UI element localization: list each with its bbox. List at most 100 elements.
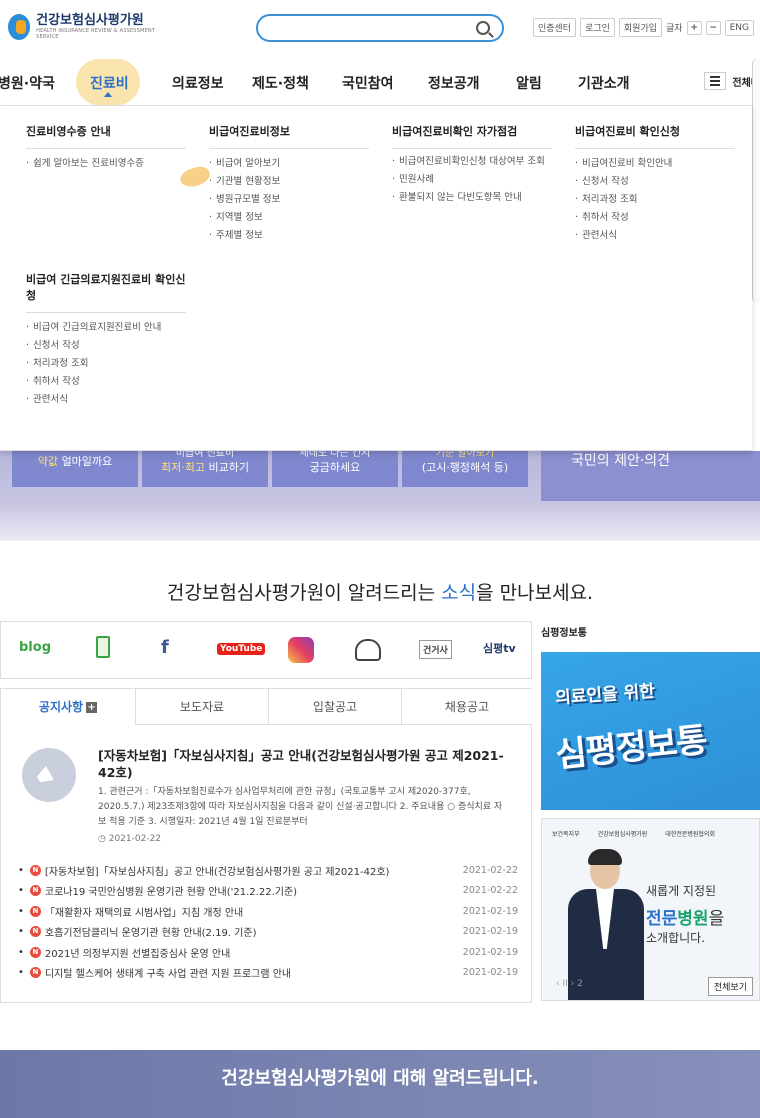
mega-link[interactable]: 처리과정 조회 [26, 355, 186, 373]
mega-link[interactable]: 관련서식 [575, 227, 735, 245]
mega-link[interactable]: 비급여 알아보기 [209, 155, 369, 173]
banner2-line3: 소개합니다. [646, 931, 706, 945]
tab-notice[interactable]: 공지사항 + [1, 689, 135, 725]
mega-col-title[interactable]: 비급여진료비정보 [209, 124, 369, 149]
quick-curious[interactable]: 제네도 나는 건지 궁금하세요 [272, 448, 398, 487]
nav-hospital-pharmacy[interactable]: 병원·약국 [0, 73, 55, 93]
font-plus-button[interactable]: + [686, 20, 702, 35]
list-item[interactable]: • N 코로나19 국민안심병원 운영기관 현황 안내('21.2.22.기준) 20… [18, 881, 518, 902]
notice-title[interactable]: [자동차보험]「자보심사지침」공고 안내(건강보험심사평가원 공고 제2021-… [45, 863, 458, 878]
banner2-hospital: 병원 [677, 909, 709, 929]
featured-notice-title[interactable]: [자동차보험]「자보심사지침」공고 안내(건강보험심사평가원 공고 제2021-… [98, 747, 508, 781]
mega-link[interactable]: 비급여진료비 확인안내 [575, 155, 735, 173]
mega-col-title[interactable]: 비급여진료비확인 자가점검 [392, 124, 552, 149]
notice-date: 2021-02-19 [462, 967, 518, 979]
nav-disclosure[interactable]: 정보공개 [428, 73, 480, 93]
nav-medical-info[interactable]: 의료정보 [172, 73, 224, 93]
mega-link[interactable]: 민원사례 [392, 171, 552, 189]
facebook-icon[interactable]: f [161, 637, 169, 658]
notice-date: 2021-02-19 [462, 905, 518, 917]
mega-link[interactable]: 기관별 현황정보 [209, 173, 369, 191]
featured-notice-body: 1. 관련근거 :「자동차보험진료수가 심사업무처리에 관한 규정」(국토교통부… [98, 787, 503, 827]
book-icon[interactable]: 건거사 [419, 640, 452, 659]
quick-drug-price[interactable]: 약값 얼마일까요 [12, 451, 138, 487]
notice-date: 2021-02-22 [462, 864, 518, 876]
blog-icon[interactable]: blog [19, 640, 51, 655]
list-item[interactable]: • N 호흡기전담클리닉 운영기관 현황 안내(2.19. 기준) 2021-02-1… [18, 922, 518, 943]
mega-col-title[interactable]: 진료비영수증 안내 [26, 124, 186, 149]
mega-link[interactable]: 병원규모별 정보 [209, 191, 369, 209]
banner2-pager[interactable]: ‹ II › 2 [556, 979, 583, 989]
tab-notice-label: 공지사항 [38, 700, 84, 714]
login-link[interactable]: 로그인 [580, 18, 615, 37]
mega-link[interactable]: 비급여진료비확인신청 대상여부 조회 [392, 155, 552, 168]
list-item[interactable]: • N [자동차보험]「자보심사지침」공고 안내(건강보험심사평가원 공고 제202… [18, 860, 518, 881]
english-link[interactable]: ENG [724, 19, 754, 36]
logo-text: 건강보험심사평가원 [36, 13, 144, 28]
new-badge: N [29, 967, 41, 979]
news-heading-pre: 건강보험심사평가원이 알려드리는 [166, 582, 442, 604]
list-item[interactable]: • N 「재활환자 재택의료 시범사업」지침 개정 안내 2021-02-19 [18, 901, 518, 922]
quick-compare[interactable]: 비급여 진료비 최저·최고 비교하기 [142, 448, 268, 487]
logo[interactable]: 건강보험심사평가원 HEALTH INSURANCE REVIEW & ASSE… [8, 10, 158, 44]
font-minus-button[interactable]: − [705, 20, 721, 35]
podcast-icon[interactable] [355, 639, 381, 661]
naver-post-icon[interactable] [96, 636, 110, 658]
mega-col-noncovered-info: 비급여진료비정보 비급여 알아보기 기관별 현황정보 병원규모별 정보 지역별 … [209, 124, 369, 245]
notice-title[interactable]: 디지털 헬스케어 생태계 구축 사업 관련 지원 프로그램 안내 [45, 965, 458, 980]
news-heading-hl: 소식 [441, 582, 477, 604]
mega-link[interactable]: 환불되지 않는 다빈도항목 안내 [392, 189, 552, 207]
mega-link[interactable]: 쉽게 알아보는 진료비영수증 [26, 155, 186, 173]
banner2-logos: 보건복지부 건강보험심사평가원 대한전문병원협의회 [552, 829, 715, 838]
youtube-icon[interactable]: YouTube [217, 643, 266, 655]
nav-medical-fee[interactable]: 진료비 [90, 73, 129, 93]
bullet-icon: • [18, 905, 24, 917]
mega-link[interactable]: 주제별 정보 [209, 227, 369, 245]
bullet-icon: • [18, 864, 24, 876]
search-icon[interactable] [476, 21, 490, 35]
hamburger-icon [704, 72, 727, 90]
mega-link[interactable]: 신청서 작성 [26, 337, 186, 355]
notice-title[interactable]: 호흡기전담클리닉 운영기관 현황 안내(2.19. 기준) [45, 924, 458, 939]
mega-link[interactable]: 비급여 긴급의료지원진료비 안내 [26, 319, 186, 337]
nav-policy[interactable]: 제도·정책 [252, 73, 309, 93]
notice-title[interactable]: 「재활환자 재택의료 시범사업」지침 개정 안내 [45, 904, 458, 919]
list-item[interactable]: • N 2021년 의정부지원 선별집중심사 운영 안내 2021-02-19 [18, 942, 518, 963]
mega-col-title[interactable]: 비급여진료비 확인신청 [575, 124, 735, 149]
cert-center-link[interactable]: 인증센터 [532, 18, 577, 37]
quick-curious-label: 궁금하세요 [309, 461, 361, 474]
mega-link[interactable]: 관련서식 [26, 391, 186, 409]
hira-info-banner[interactable]: 의료인을 위한 심평정보통 [541, 652, 760, 810]
mega-col-title[interactable]: 비급여 긴급의료지원진료비 확인신청 [26, 272, 186, 313]
quick-criteria[interactable]: 기준 알아보기 (고시·행정해석 등) [402, 448, 528, 487]
nav-about[interactable]: 기관소개 [578, 73, 630, 93]
hira-tv-icon[interactable]: 심평tv [483, 640, 516, 656]
tab-bidding[interactable]: 입찰공고 [268, 689, 401, 725]
search-input[interactable] [256, 14, 504, 42]
mega-col-receipt: 진료비영수증 안내 쉽게 알아보는 진료비영수증 [26, 124, 186, 173]
mega-link[interactable]: 처리과정 조회 [575, 191, 735, 209]
sidebar-title: 심평정보통 [541, 628, 587, 639]
mega-link[interactable]: 취하서 작성 [575, 209, 735, 227]
mohw-logo: 보건복지부 [552, 831, 580, 838]
tab-recruit[interactable]: 채용공고 [401, 689, 532, 725]
notice-title[interactable]: 2021년 의정부지원 선별집중심사 운영 안내 [45, 945, 458, 960]
scrollbar[interactable] [752, 58, 760, 303]
mega-link[interactable]: 취하서 작성 [26, 373, 186, 391]
tab-press[interactable]: 보도자료 [135, 689, 268, 725]
instagram-icon[interactable] [288, 637, 314, 663]
mega-link[interactable]: 신청서 작성 [575, 173, 735, 191]
view-all-button[interactable]: 전체보기 [707, 977, 753, 996]
specialty-hospital-banner[interactable]: 보건복지부 건강보험심사평가원 대한전문병원협의회 새롭게 지정된 전문병원을 … [541, 818, 760, 1001]
mega-link[interactable]: 지역별 정보 [209, 209, 369, 227]
quick-compare-hl: 최저·최고 [161, 461, 205, 474]
notice-title[interactable]: 코로나19 국민안심병원 운영기관 현황 안내('21.2.22.기준) [45, 883, 458, 898]
featured-notice-date: ◷ 2021-02-22 [98, 834, 161, 844]
logo-sub: HEALTH INSURANCE REVIEW & ASSESSMENT SER… [36, 28, 156, 40]
quick-opinion[interactable]: 국민의 제안·의견 [541, 451, 760, 501]
list-item[interactable]: • N 디지털 헬스케어 생태계 구축 사업 관련 지원 프로그램 안내 2021-0… [18, 963, 518, 984]
more-plus-icon[interactable]: + [86, 702, 98, 713]
nav-participation[interactable]: 국민참여 [342, 73, 394, 93]
nav-notice[interactable]: 알림 [516, 73, 542, 93]
join-link[interactable]: 회원가입 [618, 18, 663, 37]
